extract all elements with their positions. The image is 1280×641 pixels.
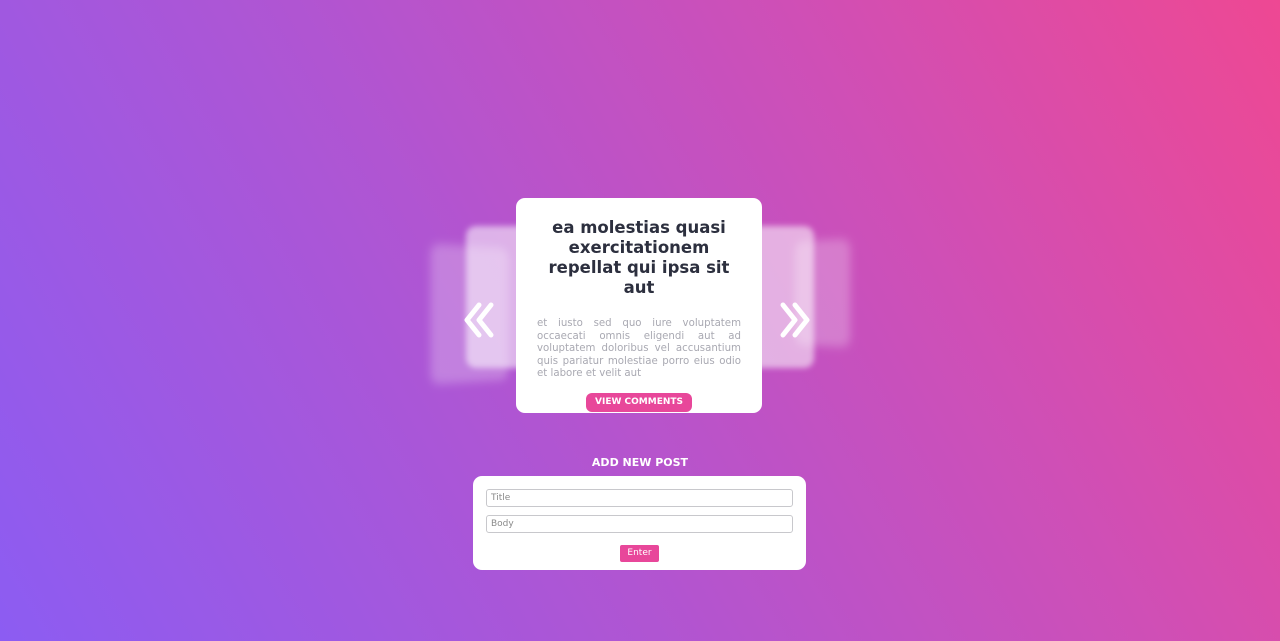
post-title: ea molestias quasi exercitationem repell… [548,218,730,297]
title-input[interactable] [486,489,793,507]
submit-row: Enter [486,540,793,562]
post-body: et iusto sed quo iure voluptatem occaeca… [537,318,741,379]
view-comments-button[interactable]: VIEW COMMENTS [586,392,692,412]
add-post-form: Enter [473,476,806,570]
enter-button[interactable]: Enter [620,545,659,562]
body-input[interactable] [486,515,793,533]
carousel-next-button[interactable] [778,302,810,338]
chevron-left-icon [464,302,494,338]
post-card: ea molestias quasi exercitationem repell… [516,198,762,413]
chevron-right-icon [780,302,810,338]
carousel-prev-button[interactable] [464,302,496,338]
add-post-heading: ADD NEW POST [591,456,689,469]
